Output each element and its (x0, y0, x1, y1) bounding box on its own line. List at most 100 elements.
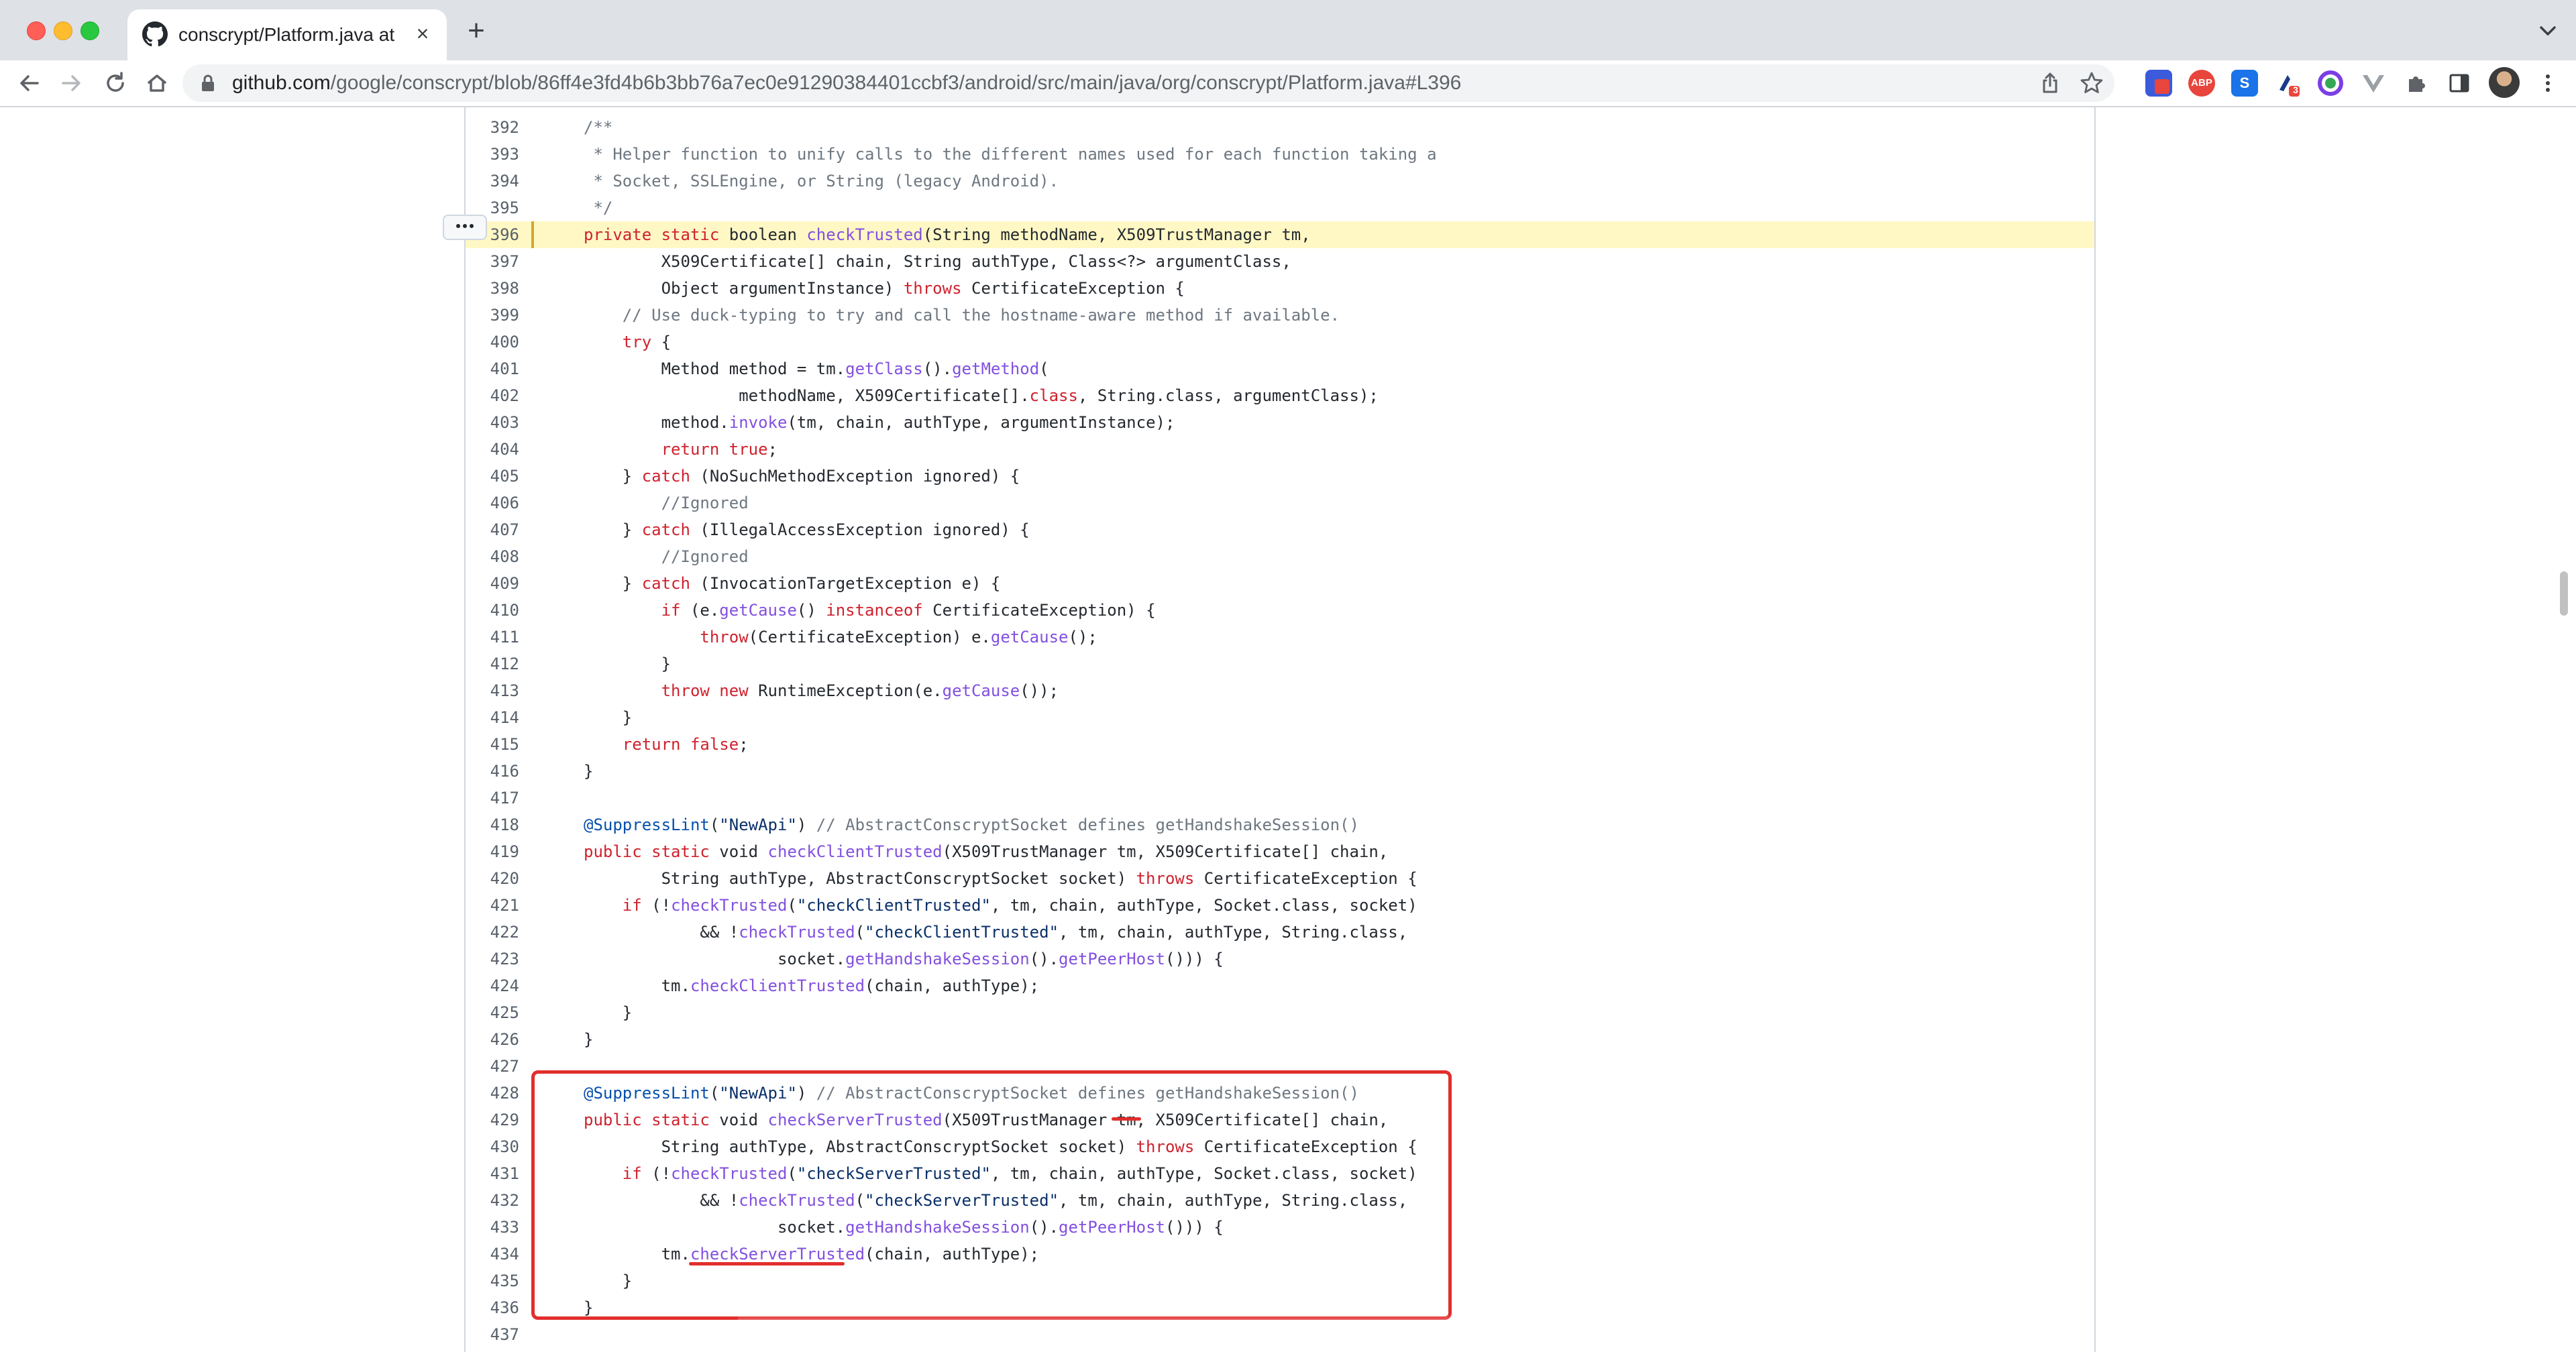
code-text: } (584, 999, 632, 1026)
tab-search-button[interactable] (2534, 17, 2561, 44)
line-number[interactable]: 399 (466, 302, 519, 329)
tab-title: conscrypt/Platform.java at 86ff4e3fd4b6b… (178, 24, 400, 45)
line-number[interactable]: 394 (466, 168, 519, 194)
line-number[interactable]: 433 (466, 1214, 519, 1241)
tab-close-icon[interactable]: × (408, 19, 437, 48)
vue-devtools-icon[interactable] (2360, 70, 2387, 97)
code-text: return true; (584, 436, 777, 463)
profile-avatar[interactable] (2489, 67, 2520, 98)
line-number[interactable]: 428 (466, 1080, 519, 1107)
code-token: } (584, 574, 642, 593)
line-number[interactable]: 427 (466, 1053, 519, 1080)
line-number[interactable]: 392 (466, 114, 519, 141)
translate-extension-icon[interactable] (2145, 70, 2172, 97)
line-number[interactable]: 419 (466, 838, 519, 865)
code-line: 399 // Use duck-typing to try and call t… (466, 302, 2094, 329)
code-line: 409 } catch (InvocationTargetException e… (466, 570, 2094, 597)
side-panel-icon[interactable] (2446, 70, 2473, 97)
code-line: 396 private static boolean checkTrusted(S… (466, 221, 2094, 248)
line-number[interactable]: 408 (466, 543, 519, 570)
code-token: ) (796, 815, 816, 834)
script-extension-icon[interactable]: 3 (2274, 70, 2301, 97)
code-text: * Socket, SSLEngine, or String (legacy A… (584, 168, 1059, 194)
line-number[interactable]: 436 (466, 1294, 519, 1321)
puzzle-icon[interactable] (2403, 70, 2430, 97)
bottom-fade (738, 1314, 1811, 1352)
line-number[interactable]: 429 (466, 1107, 519, 1133)
code-text: /** (584, 114, 612, 141)
code-token: } (584, 655, 672, 673)
home-button[interactable] (141, 67, 173, 99)
kebab-menu-icon[interactable] (2534, 70, 2561, 97)
line-number[interactable]: 430 (466, 1133, 519, 1160)
line-number[interactable]: 406 (466, 490, 519, 516)
line-number[interactable]: 432 (466, 1187, 519, 1214)
line-number[interactable]: 422 (466, 919, 519, 946)
line-number[interactable]: 414 (466, 704, 519, 731)
code-token: methodName, X509Certificate[]. (584, 386, 1030, 405)
line-number[interactable]: 409 (466, 570, 519, 597)
red-underline-checkservertrusted (689, 1262, 845, 1265)
window-zoom-button[interactable] (80, 21, 99, 40)
line-number[interactable]: 401 (466, 355, 519, 382)
line-number[interactable]: 416 (466, 758, 519, 785)
s-extension-icon[interactable]: S (2231, 70, 2258, 97)
line-number[interactable]: 393 (466, 141, 519, 168)
line-number[interactable]: 397 (466, 248, 519, 275)
code-text: tm.checkClientTrusted(chain, authType); (584, 972, 1040, 999)
line-number[interactable]: 438 (466, 1348, 519, 1352)
new-tab-button[interactable]: + (462, 16, 491, 46)
code-token: (). (1029, 950, 1059, 968)
line-number[interactable]: 411 (466, 624, 519, 651)
code-line: 400 try { (466, 329, 2094, 355)
line-number[interactable]: 435 (466, 1268, 519, 1294)
line-number[interactable]: 434 (466, 1241, 519, 1268)
code-token: CertificateException) { (922, 601, 1156, 620)
line-number[interactable]: 403 (466, 409, 519, 436)
active-tab[interactable]: conscrypt/Platform.java at 86ff4e3fd4b6b… (127, 9, 447, 60)
url-text[interactable]: github.com/google/conscrypt/blob/86ff4e3… (232, 64, 1461, 102)
line-number[interactable]: 423 (466, 946, 519, 972)
line-number[interactable]: 426 (466, 1026, 519, 1053)
line-number[interactable]: 412 (466, 651, 519, 677)
line-number[interactable]: 431 (466, 1160, 519, 1187)
star-icon[interactable] (2078, 70, 2105, 97)
line-number[interactable]: 421 (466, 892, 519, 919)
code-token: catch (641, 467, 690, 486)
line-number[interactable]: 425 (466, 999, 519, 1026)
code-token: } (584, 762, 594, 781)
back-button[interactable] (13, 67, 46, 99)
code-text: private static boolean checkTrusted(Stri… (584, 221, 1311, 248)
line-options-button[interactable] (443, 215, 487, 240)
color-extension-icon[interactable] (2317, 70, 2344, 97)
line-number[interactable]: 410 (466, 597, 519, 624)
code-token: if (622, 896, 642, 915)
share-icon[interactable] (2037, 70, 2063, 97)
line-number[interactable]: 404 (466, 436, 519, 463)
adblock-extension-icon[interactable]: ABP (2188, 70, 2215, 97)
line-number[interactable]: 398 (466, 275, 519, 302)
line-number[interactable]: 437 (466, 1321, 519, 1348)
scrollbar-thumb[interactable] (2560, 571, 2568, 616)
line-number[interactable]: 413 (466, 677, 519, 704)
window-minimize-button[interactable] (54, 21, 72, 40)
code-token: /** (584, 118, 613, 137)
line-number[interactable]: 424 (466, 972, 519, 999)
line-number[interactable]: 418 (466, 811, 519, 838)
window-close-button[interactable] (27, 21, 46, 40)
reload-button[interactable] (99, 67, 131, 99)
code-token: ( (1039, 359, 1049, 378)
line-number[interactable]: 420 (466, 865, 519, 892)
line-number[interactable]: 407 (466, 516, 519, 543)
line-number[interactable]: 405 (466, 463, 519, 490)
line-number[interactable]: 415 (466, 731, 519, 758)
code-token: (IllegalAccessException ignored) { (690, 520, 1030, 539)
line-number[interactable]: 402 (466, 382, 519, 409)
forward-button[interactable] (55, 67, 87, 99)
code-line: 397 X509Certificate[] chain, String auth… (466, 248, 2094, 275)
lock-icon[interactable] (201, 74, 215, 92)
line-number[interactable]: 417 (466, 785, 519, 811)
address-bar[interactable]: github.com/google/conscrypt/blob/86ff4e3… (182, 64, 2114, 102)
code-token: getMethod (952, 359, 1040, 378)
line-number[interactable]: 400 (466, 329, 519, 355)
